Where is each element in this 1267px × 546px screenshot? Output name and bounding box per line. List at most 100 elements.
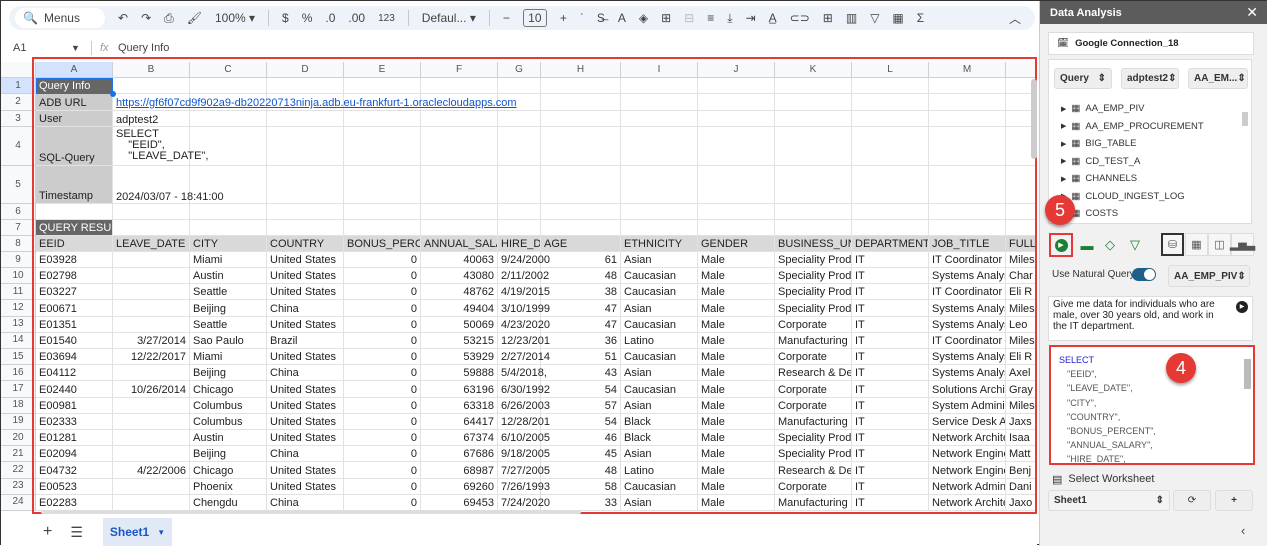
row-header[interactable]: 2 xyxy=(1,94,36,111)
table-cell[interactable]: 47 xyxy=(541,300,621,317)
table-cell[interactable]: E00523 xyxy=(36,478,113,495)
chart-icon[interactable]: ▥ xyxy=(846,11,857,25)
table-cell[interactable]: Chengdu xyxy=(190,494,267,511)
table-cell[interactable]: Network Architec xyxy=(929,494,1006,511)
run-query-button[interactable]: ▶ xyxy=(1049,233,1073,257)
table-cell[interactable]: IT xyxy=(852,494,929,511)
table-cell[interactable]: United States xyxy=(267,284,344,301)
empty-cell[interactable] xyxy=(541,166,621,204)
info-label-cell[interactable]: SQL-Query xyxy=(36,127,113,166)
column-title-cell[interactable]: DEPARTMENT xyxy=(852,236,929,252)
row-header[interactable]: 17 xyxy=(1,381,36,398)
empty-cell[interactable] xyxy=(775,204,852,220)
expand-arrow-icon[interactable]: ▶ xyxy=(1061,140,1066,148)
table-cell[interactable]: E04112 xyxy=(36,365,113,382)
empty-cell[interactable] xyxy=(344,78,421,94)
table-cell[interactable]: 36 xyxy=(541,332,621,349)
empty-cell[interactable] xyxy=(421,204,498,220)
bold-icon[interactable]: ˈ xyxy=(580,11,584,25)
table-tree-item[interactable]: ▶ ▦ AA_EMP_PROCUREMENT xyxy=(1049,118,1239,136)
filter-views-icon[interactable]: ▦ xyxy=(892,11,903,25)
table-cell[interactable]: IT Coordinator xyxy=(929,284,1006,301)
empty-cell[interactable] xyxy=(775,111,852,127)
table-cell[interactable]: IT xyxy=(852,316,929,333)
expand-arrow-icon[interactable]: ▶ xyxy=(1061,105,1066,113)
text-wrap-icon[interactable]: ⇥ xyxy=(746,11,756,25)
table-tree-item[interactable]: ▶▦CLOUD_INGEST_LOG xyxy=(1049,188,1239,206)
table-cell[interactable]: 2/11/2002 xyxy=(498,268,549,285)
collapse-toolbar-icon[interactable]: ︿ xyxy=(1009,10,1021,27)
table-cell[interactable]: 0 xyxy=(344,397,421,414)
row-header[interactable]: 10 xyxy=(1,268,36,285)
table-cell[interactable]: 63318 xyxy=(421,397,498,414)
column-header[interactable]: H xyxy=(541,62,621,78)
table-cell[interactable]: IT xyxy=(852,478,929,495)
column-title-cell[interactable]: ANNUAL_SALAI xyxy=(421,236,498,252)
nq-table-select[interactable]: AA_EMP_PIV ⇕ xyxy=(1168,265,1250,287)
empty-cell[interactable] xyxy=(498,111,541,127)
row-header[interactable]: 20 xyxy=(1,430,36,447)
vertical-align-icon[interactable]: ⤓ xyxy=(727,11,732,26)
empty-cell[interactable] xyxy=(541,78,621,94)
empty-cell[interactable] xyxy=(775,78,852,94)
table-cell[interactable]: IT xyxy=(852,397,929,414)
empty-cell[interactable] xyxy=(698,127,775,166)
row-header[interactable]: 23 xyxy=(1,478,36,495)
table-cell[interactable]: Beijing xyxy=(190,365,267,382)
row-header[interactable]: 11 xyxy=(1,284,36,301)
table-cell[interactable]: 12/22/2017 xyxy=(113,349,190,366)
column-title-cell[interactable]: AGE xyxy=(541,236,621,252)
empty-cell[interactable] xyxy=(698,111,775,127)
empty-cell[interactable] xyxy=(929,127,1006,166)
table-cell[interactable]: China xyxy=(267,494,344,511)
column-title-cell[interactable]: HIRE_DA xyxy=(498,236,541,252)
table-cell[interactable]: 54 xyxy=(541,413,621,430)
table-cell[interactable]: Male xyxy=(698,462,775,479)
table-cell[interactable]: E03928 xyxy=(36,252,113,268)
table-cell[interactable]: 0 xyxy=(344,316,421,333)
column-title-cell[interactable]: LEAVE_DATE xyxy=(113,236,190,252)
row-header[interactable]: 14 xyxy=(1,332,36,349)
select-all-corner[interactable] xyxy=(1,62,36,78)
table-cell[interactable]: China xyxy=(267,300,344,317)
table-cell[interactable]: Corporate xyxy=(775,349,852,366)
table-cell[interactable]: 0 xyxy=(344,413,421,430)
column-title-cell[interactable]: COUNTRY xyxy=(267,236,344,252)
table-cell[interactable]: 58 xyxy=(541,478,621,495)
text-rotation-icon[interactable]: A̲ xyxy=(769,11,777,25)
table-cell[interactable] xyxy=(113,268,190,285)
close-icon[interactable]: ✕ xyxy=(1246,4,1258,21)
filter-icon[interactable]: ▽ xyxy=(1124,234,1146,256)
row-header[interactable]: 21 xyxy=(1,446,36,463)
table-cell[interactable]: Systems Analyst xyxy=(929,365,1006,382)
table-cell[interactable]: 3/27/2014 xyxy=(113,332,190,349)
empty-cell[interactable] xyxy=(621,127,698,166)
empty-cell[interactable] xyxy=(775,94,852,111)
font-size-decrease-icon[interactable]: − xyxy=(503,11,510,25)
table-cell[interactable]: 48 xyxy=(541,462,621,479)
table-cell[interactable]: United States xyxy=(267,268,344,285)
table-cell[interactable]: United States xyxy=(267,462,344,479)
table-cell[interactable]: IT xyxy=(852,462,929,479)
row-header[interactable]: 24 xyxy=(1,494,36,511)
table-cell[interactable]: E01540 xyxy=(36,332,113,349)
table-cell[interactable]: Speciality Produ xyxy=(775,300,852,317)
table-cell[interactable]: E04732 xyxy=(36,462,113,479)
table-cell[interactable]: Miles xyxy=(1006,300,1037,317)
table-cell[interactable]: Phoenix xyxy=(190,478,267,495)
table-cell[interactable]: IT xyxy=(852,300,929,317)
info-label-cell[interactable] xyxy=(36,204,113,220)
table-cell[interactable]: Solutions Archite xyxy=(929,381,1006,398)
mode-select[interactable]: Query ⇕ xyxy=(1054,68,1112,89)
spreadsheet-grid[interactable]: A B C D E F G H I J K L M 1 2 3 4 5 6 7 8 9 10 11 12 13 14 15 16 17 18… xyxy=(1,62,1037,512)
empty-cell[interactable] xyxy=(698,166,775,204)
table-cell[interactable]: Network Architec xyxy=(929,430,1006,447)
zoom-select[interactable]: 100% ▾ xyxy=(215,11,255,25)
table-cell[interactable]: 12/23/201 xyxy=(498,332,550,349)
table-cell[interactable]: 59888 xyxy=(421,365,498,382)
column-title-cell[interactable]: CITY xyxy=(190,236,267,252)
expand-arrow-icon[interactable]: ▶ xyxy=(1061,157,1066,165)
empty-cell[interactable] xyxy=(344,111,421,127)
natural-query-input[interactable]: Give me data for individuals who are mal… xyxy=(1048,296,1253,341)
table-cell[interactable]: IT xyxy=(852,446,929,463)
